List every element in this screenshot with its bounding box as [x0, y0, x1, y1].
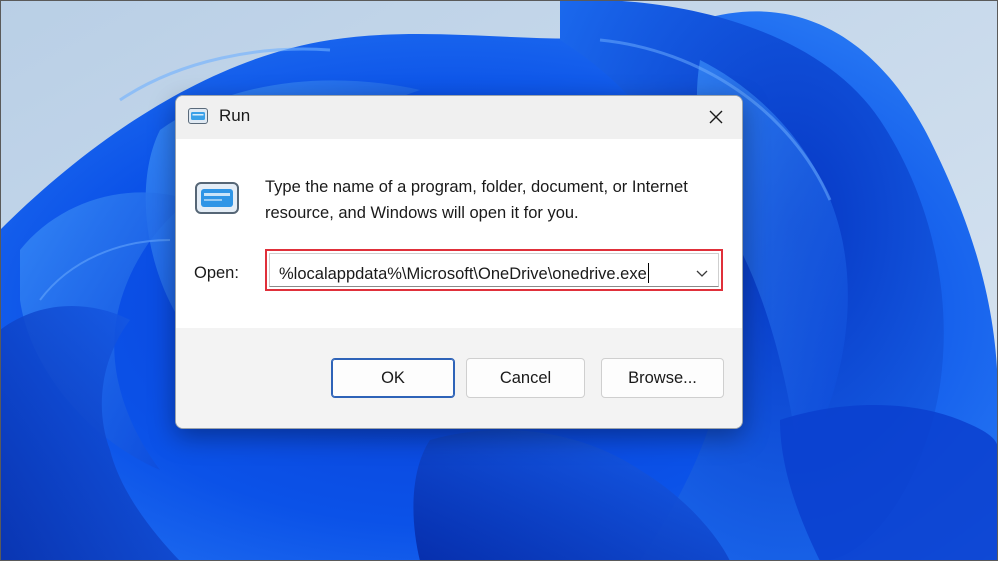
- dialog-footer: OK Cancel Browse...: [176, 328, 742, 428]
- run-dialog: Run Type the name of a program, folder, …: [175, 95, 743, 429]
- close-button[interactable]: [698, 101, 734, 133]
- browse-button[interactable]: Browse...: [601, 358, 724, 398]
- cancel-button[interactable]: Cancel: [466, 358, 585, 398]
- ok-button[interactable]: OK: [331, 358, 455, 398]
- open-input-text: %localappdata%\Microsoft\OneDrive\onedri…: [279, 265, 647, 283]
- open-input[interactable]: %localappdata%\Microsoft\OneDrive\onedri…: [279, 263, 649, 284]
- run-icon: [195, 182, 239, 214]
- dialog-title: Run: [219, 106, 251, 125]
- text-caret: [647, 263, 649, 283]
- close-icon: [709, 110, 723, 124]
- run-icon: [188, 108, 208, 124]
- chevron-down-icon[interactable]: [694, 265, 710, 281]
- open-combobox[interactable]: %localappdata%\Microsoft\OneDrive\onedri…: [265, 249, 723, 291]
- dialog-content: Type the name of a program, folder, docu…: [176, 139, 742, 328]
- dialog-description: Type the name of a program, folder, docu…: [265, 178, 688, 222]
- open-label: Open:: [194, 264, 239, 282]
- open-input-field[interactable]: %localappdata%\Microsoft\OneDrive\onedri…: [269, 253, 719, 287]
- title-bar[interactable]: Run: [176, 96, 742, 139]
